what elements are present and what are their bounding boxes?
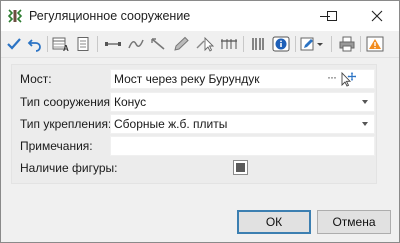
toolbar-separator [243, 36, 244, 52]
form-panel: Мост: Мост через реку Бурундук ··· Тип с… [11, 64, 377, 184]
reinforcement-type-value: Сборные ж.б. плиты [114, 117, 228, 131]
curve-tool-icon [128, 39, 144, 49]
toolbar-separator [360, 36, 361, 52]
bridge-value: Мост через реку Бурундук [114, 72, 260, 86]
structure-type-label: Тип сооружения: [20, 95, 114, 109]
ruler-button[interactable] [148, 34, 168, 54]
structure-type-row: Тип сооружения: Конус [12, 92, 376, 112]
close-icon [371, 10, 383, 22]
check-icon [7, 38, 21, 50]
table-edit-icon: A [52, 37, 69, 52]
line-tool-button[interactable] [103, 34, 123, 54]
line-tool-icon [105, 42, 121, 46]
warning-button[interactable] [365, 34, 385, 54]
toolbar: A [1, 31, 399, 58]
dimension-icon [221, 39, 237, 49]
cancel-button[interactable]: Отмена [317, 210, 391, 234]
svg-text:A: A [63, 44, 69, 52]
ok-button[interactable]: ОК [237, 210, 311, 234]
info-button[interactable] [271, 34, 291, 54]
structure-type-select[interactable]: Конус [110, 92, 375, 112]
reinforcement-type-row: Тип укрепления: Сборные ж.б. плиты [12, 114, 376, 134]
document-icon [77, 37, 89, 51]
split-icon [252, 38, 264, 50]
toolbar-separator [295, 36, 296, 52]
toolbar-separator [331, 36, 332, 52]
toolbar-separator [47, 36, 48, 52]
pencil-button[interactable] [171, 34, 191, 54]
figure-row: Наличие фигуры: [12, 158, 376, 178]
notes-label: Примечания: [20, 139, 93, 153]
title-bar[interactable]: Регуляционное сооружение [1, 1, 399, 31]
split-button[interactable] [248, 34, 268, 54]
close-button[interactable] [357, 1, 397, 31]
reinforcement-type-select[interactable]: Сборные ж.б. плиты [110, 114, 375, 134]
notes-row: Примечания: [12, 136, 376, 156]
checkbox-indeterminate-mark [236, 163, 245, 172]
pointer-icon [196, 36, 214, 52]
notes-field[interactable] [110, 136, 375, 156]
figure-checkbox[interactable] [233, 160, 248, 175]
edit-dropdown-button[interactable] [299, 34, 325, 54]
ruler-icon [151, 38, 165, 50]
pencil-icon [174, 36, 189, 51]
undo-icon [27, 39, 41, 52]
pick-cursor-icon[interactable] [340, 71, 356, 87]
app-icon [7, 9, 23, 23]
curve-tool-button[interactable] [126, 34, 146, 54]
pointer-button[interactable] [194, 34, 214, 54]
bridge-label: Мост: [20, 72, 52, 86]
check-button[interactable] [4, 34, 24, 54]
chevron-down-icon[interactable] [362, 100, 368, 104]
info-icon [272, 36, 290, 52]
edit-dropdown-icon [300, 37, 323, 51]
window-title: Регуляционное сооружение [29, 9, 191, 23]
maximize-button[interactable] [315, 1, 349, 31]
document-button[interactable] [73, 34, 93, 54]
toolbar-separator [97, 36, 98, 52]
ellipsis-button[interactable]: ··· [327, 70, 337, 84]
dialog-window: Регуляционное сооружение A Мост: Мост че… [0, 0, 400, 243]
chevron-down-icon[interactable] [362, 122, 368, 126]
structure-type-value: Конус [114, 95, 147, 109]
print-button[interactable] [337, 34, 357, 54]
warning-icon [366, 36, 384, 52]
print-icon [339, 36, 355, 52]
table-edit-button[interactable]: A [51, 34, 71, 54]
bridge-row: Мост: Мост через реку Бурундук ··· [12, 69, 376, 89]
bridge-field[interactable]: Мост через реку Бурундук ··· [110, 69, 375, 89]
dimension-button[interactable] [219, 34, 239, 54]
maximize-icon [327, 11, 337, 21]
reinforcement-type-label: Тип укрепления: [20, 117, 112, 131]
figure-label: Наличие фигуры: [20, 161, 118, 175]
undo-button[interactable] [25, 34, 45, 54]
